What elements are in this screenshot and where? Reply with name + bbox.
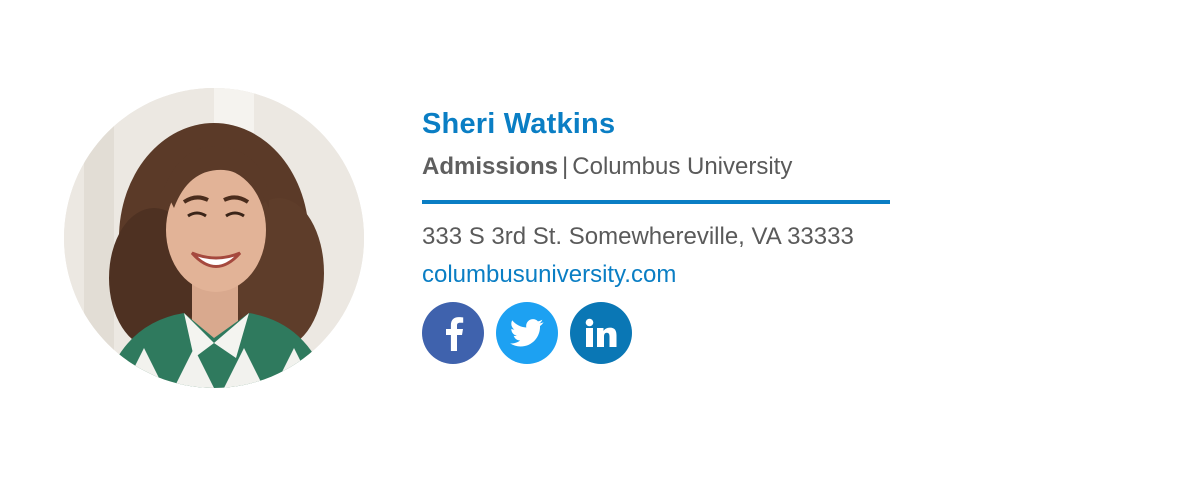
facebook-button[interactable] <box>422 302 484 364</box>
avatar <box>64 88 364 388</box>
contact-name: Sheri Watkins <box>422 108 616 140</box>
profile-photo-icon <box>64 88 364 388</box>
divider <box>422 200 890 204</box>
email-signature: Sheri Watkins Admissions | Columbus Univer… <box>0 0 1200 480</box>
department: Admissions <box>422 153 559 180</box>
organization: Columbus University <box>572 153 793 180</box>
website-link[interactable]: columbusuniversity.com <box>422 260 676 290</box>
linkedin-button[interactable] <box>570 302 632 364</box>
social-links <box>422 302 892 364</box>
contact-info: Sheri Watkins Admissions | Columbus Univer… <box>422 104 892 364</box>
twitter-icon <box>510 319 544 347</box>
address: 333 S 3rd St. Somewhereville, VA 33333 <box>422 223 854 250</box>
separator: | <box>562 153 569 180</box>
twitter-button[interactable] <box>496 302 558 364</box>
role-line: Admissions | Columbus University <box>422 152 892 182</box>
facebook-icon <box>446 317 464 351</box>
linkedin-icon <box>585 318 617 347</box>
